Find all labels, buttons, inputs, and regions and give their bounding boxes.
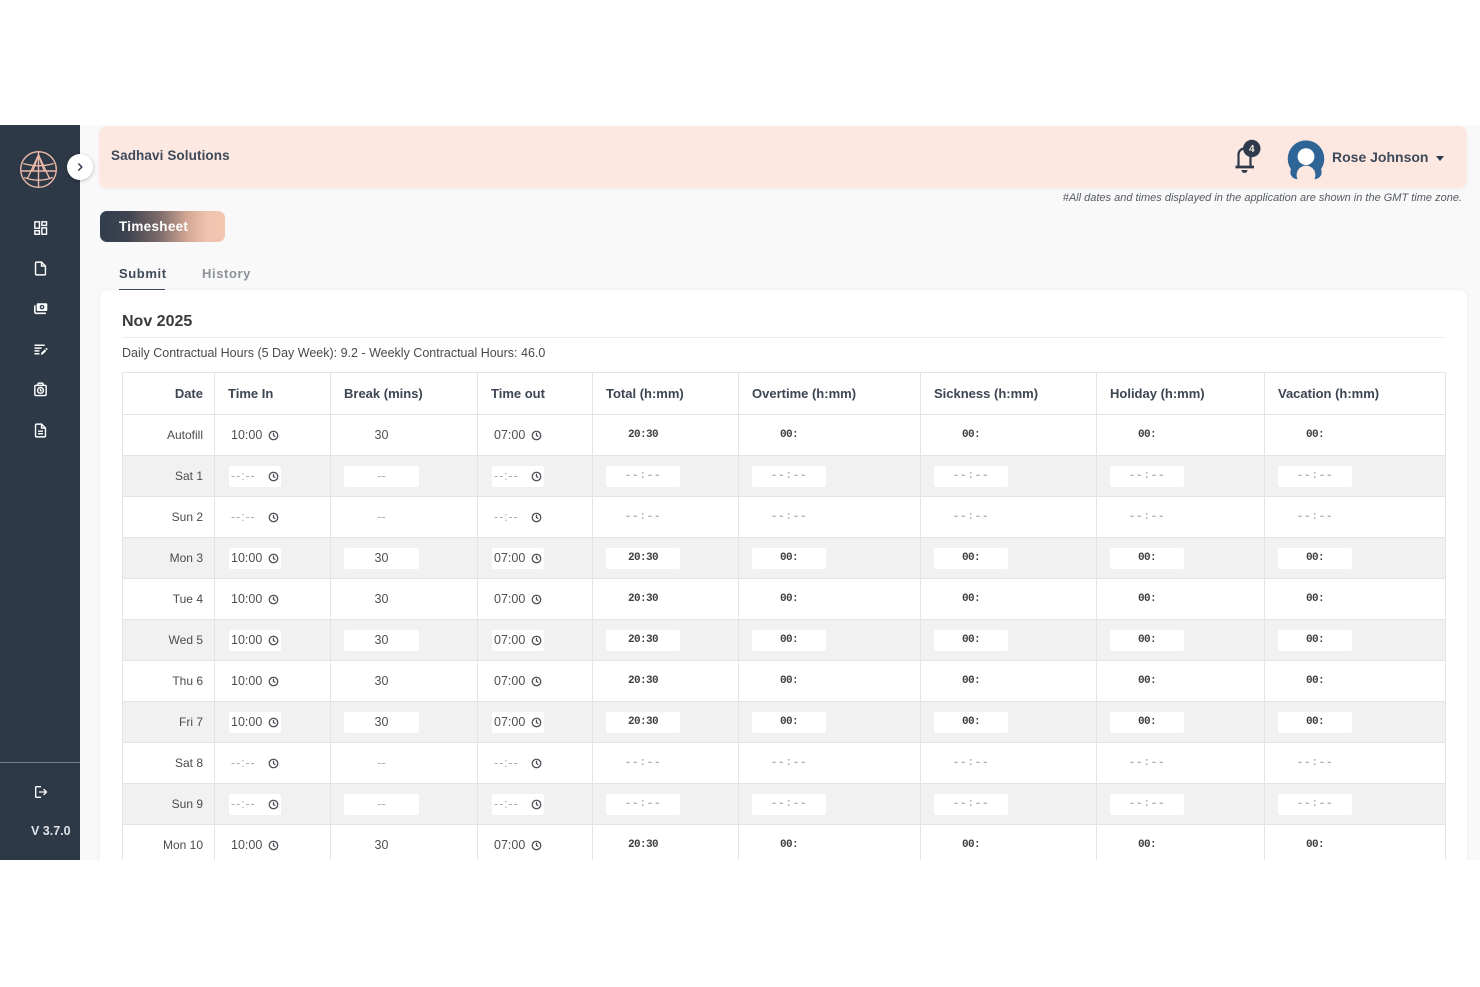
svg-text:4: 4 bbox=[1249, 144, 1255, 155]
